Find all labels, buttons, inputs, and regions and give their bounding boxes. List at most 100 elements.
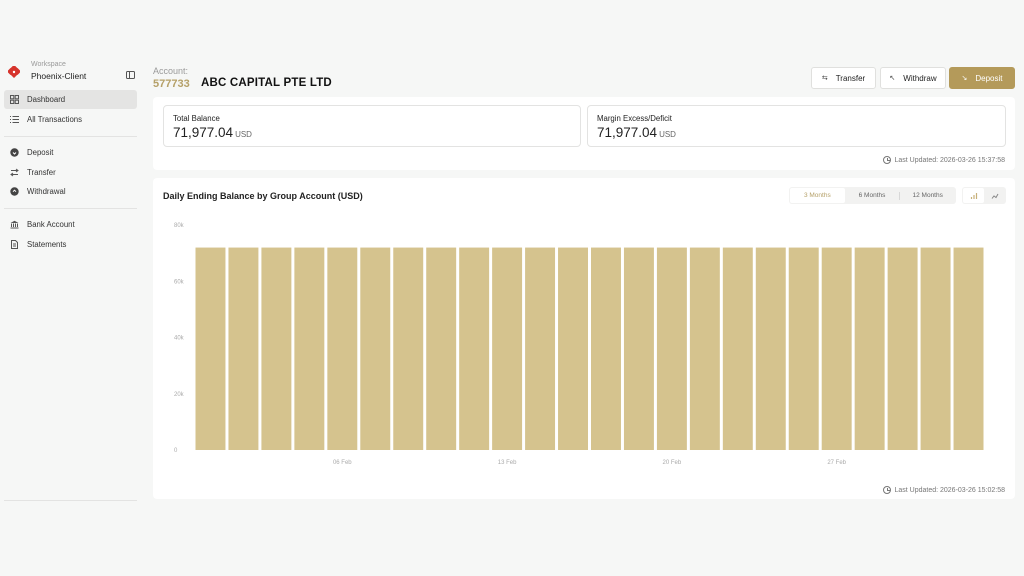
range-12-months[interactable]: 12 Months xyxy=(900,188,955,203)
clock-icon xyxy=(883,156,892,164)
nav-item-withdrawal[interactable]: Withdrawal xyxy=(4,182,137,201)
bar[interactable] xyxy=(887,247,918,450)
bar[interactable] xyxy=(195,247,226,450)
x-tick-label: 27 Feb xyxy=(827,460,846,466)
account-name: ABC CAPITAL PTE LTD xyxy=(201,77,332,89)
bar[interactable] xyxy=(558,247,588,450)
nav-divider xyxy=(4,208,137,209)
margin-label: Margin Excess/Deficit xyxy=(597,114,672,123)
swap-icon xyxy=(10,168,19,177)
transfer-button-label: Transfer xyxy=(835,73,866,83)
bar[interactable] xyxy=(228,247,259,450)
arrow-down-right-icon: ↘ xyxy=(961,75,968,82)
bar[interactable] xyxy=(854,247,885,450)
nav-divider xyxy=(4,500,137,501)
margin-value: 71,977.04 xyxy=(597,125,658,140)
nav-item-deposit[interactable]: Deposit xyxy=(4,143,137,162)
margin-card: Margin Excess/Deficit 71,977.04 USD xyxy=(587,105,1006,147)
transfer-button[interactable]: ⇆ Transfer xyxy=(811,67,876,89)
bar[interactable] xyxy=(459,247,490,450)
withdraw-button[interactable]: ↖ Withdraw xyxy=(880,67,946,89)
bar[interactable] xyxy=(656,247,687,450)
nav-label-dashboard: Dashboard xyxy=(27,95,66,104)
nav-label-transfer: Transfer xyxy=(27,167,56,177)
total-balance-value-row: 71,977.04 USD xyxy=(173,125,252,140)
balance-last-updated: Last Updated: 2026-03-26 15:37:58 xyxy=(883,156,1005,164)
swap-icon: ⇆ xyxy=(821,75,828,82)
withdraw-button-label: Withdraw xyxy=(903,73,937,83)
bar[interactable] xyxy=(755,247,786,450)
total-balance-label: Total Balance xyxy=(173,114,220,123)
arrow-up-left-icon: ↖ xyxy=(889,75,896,82)
deposit-button-label: Deposit xyxy=(975,73,1003,83)
account-number: 577733 xyxy=(153,78,190,90)
total-balance-unit: USD xyxy=(235,130,252,139)
balance-panel: Total Balance 71,977.04 USD Margin Excess… xyxy=(153,97,1015,170)
bar[interactable] xyxy=(492,247,523,450)
chart-last-updated: Last Updated: 2026-03-26 15:02:58 xyxy=(883,486,1005,494)
nav-label-statements: Statements xyxy=(27,239,67,249)
bar-chart-icon[interactable] xyxy=(963,188,984,203)
bar[interactable] xyxy=(953,247,984,450)
nav-records: Bank Account Statements xyxy=(4,215,137,254)
nav-item-statements[interactable]: Statements xyxy=(4,235,137,254)
arrow-up-circle-icon xyxy=(10,187,19,196)
range-3-months[interactable]: 3 Months xyxy=(790,188,845,203)
nav-divider xyxy=(4,136,137,137)
deposit-button[interactable]: ↘ Deposit xyxy=(949,67,1015,89)
bar[interactable] xyxy=(327,247,358,450)
y-tick-label: 40k xyxy=(174,336,185,342)
chart-view-toggle xyxy=(962,187,1006,204)
bar[interactable] xyxy=(525,247,556,450)
bar[interactable] xyxy=(689,247,720,450)
nav-main: Dashboard All Transactions xyxy=(4,90,137,129)
bar[interactable] xyxy=(821,247,852,450)
line-chart-icon[interactable] xyxy=(984,188,1005,203)
margin-unit: USD xyxy=(659,130,676,139)
x-tick-label: 13 Feb xyxy=(498,460,517,466)
bar[interactable] xyxy=(294,247,325,450)
margin-value-row: 71,977.04 USD xyxy=(597,125,676,140)
workspace-switcher[interactable]: Workspace Phoenix-Client xyxy=(8,60,136,86)
workspace-name: Phoenix-Client xyxy=(31,71,87,81)
nav-actions: Deposit Transfer Withdrawal xyxy=(4,143,137,202)
account-caption: Account: xyxy=(153,66,189,76)
total-balance-value: 71,977.04 xyxy=(173,125,234,140)
nav-item-transfer[interactable]: Transfer xyxy=(4,163,137,182)
y-tick-label: 0 xyxy=(174,448,178,454)
chart-title: Daily Ending Balance by Group Account (U… xyxy=(163,191,363,201)
clock-icon xyxy=(883,486,892,494)
x-tick-label: 20 Feb xyxy=(663,460,682,466)
bar[interactable] xyxy=(788,247,819,450)
bar[interactable] xyxy=(393,247,424,450)
grid-icon xyxy=(10,95,19,104)
nav-label-all-transactions: All Transactions xyxy=(27,114,83,124)
chart-panel: 0 20k 40k 60k 80k 06 Feb 13 Feb 20 Feb 27 Feb Da… xyxy=(153,178,1015,499)
bar[interactable] xyxy=(426,247,457,450)
nav-item-bank-account[interactable]: Bank Account xyxy=(4,215,137,234)
bar[interactable] xyxy=(623,247,654,450)
nav-label-deposit: Deposit xyxy=(27,148,54,157)
range-6-months[interactable]: 6 Months xyxy=(845,188,900,203)
bar[interactable] xyxy=(261,247,292,450)
bar[interactable] xyxy=(920,247,951,450)
balance-bar-chart: 0 20k 40k 60k 80k 06 Feb 13 Feb 20 Feb 27 Feb xyxy=(174,223,984,466)
workspace-logo-icon xyxy=(8,66,20,78)
balance-last-updated-text: Last Updated: 2026-03-26 15:37:58 xyxy=(894,156,1005,164)
bar[interactable] xyxy=(360,247,391,450)
x-tick-label: 06 Feb xyxy=(333,460,352,466)
nav-label-withdrawal: Withdrawal xyxy=(27,187,66,196)
sidebar: Workspace Phoenix-Client Dashboard All T… xyxy=(0,0,142,576)
nav-item-all-transactions[interactable]: All Transactions xyxy=(4,110,137,129)
sidebar-toggle-icon[interactable] xyxy=(126,71,135,79)
workspace-caption: Workspace xyxy=(31,61,66,68)
bar[interactable] xyxy=(722,247,753,450)
arrow-down-circle-icon xyxy=(10,148,19,157)
y-tick-label: 60k xyxy=(174,279,185,285)
bar[interactable] xyxy=(591,247,621,450)
range-selector: 3 Months 6 Months 12 Months xyxy=(789,187,956,204)
document-icon xyxy=(10,239,19,249)
chart-last-updated-text: Last Updated: 2026-03-26 15:02:58 xyxy=(894,486,1005,494)
y-tick-label: 80k xyxy=(174,223,185,229)
nav-item-dashboard[interactable]: Dashboard xyxy=(4,90,137,109)
